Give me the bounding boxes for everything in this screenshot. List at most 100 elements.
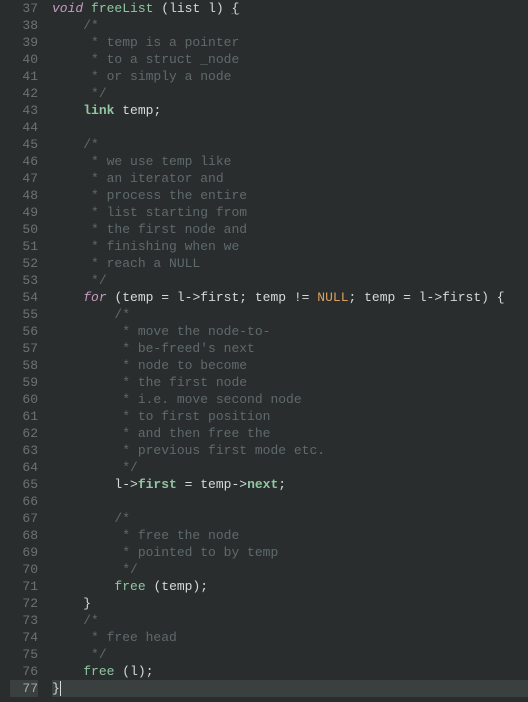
code-line[interactable]: * i.e. move second node [52,391,528,408]
line-number: 63 [10,442,38,459]
token-cm: * temp is a pointer [83,35,239,50]
token-cm: * node to become [114,358,247,373]
token-call: free [83,664,114,679]
line-number: 68 [10,527,38,544]
token-text [52,613,83,628]
code-line[interactable]: */ [52,272,528,289]
token-text [52,528,114,543]
code-line[interactable]: /* [52,612,528,629]
token-text [52,562,114,577]
token-text [52,664,83,679]
code-line[interactable]: * the first node [52,374,528,391]
code-line[interactable]: */ [52,561,528,578]
code-area[interactable]: void freeList (list l) { /* * temp is a … [46,0,528,702]
code-line[interactable]: * to first position [52,408,528,425]
code-line[interactable]: for (temp = l->first; temp != NULL; temp… [52,289,528,306]
token-call: free [114,579,145,594]
token-cm: /* [83,18,99,33]
token-cm: * previous first mode etc. [114,443,325,458]
token-text [52,35,83,50]
token-text [52,137,83,152]
token-cm: */ [83,86,106,101]
code-line[interactable]: * or simply a node [52,68,528,85]
token-cm: * pointed to by temp [114,545,278,560]
token-cm: * process the entire [83,188,247,203]
token-cm: * list starting from [83,205,247,220]
code-line[interactable]: * the first node and [52,221,528,238]
code-line[interactable]: * previous first mode etc. [52,442,528,459]
code-line[interactable]: * pointed to by temp [52,544,528,561]
line-number: 53 [10,272,38,289]
token-text: ; [278,477,286,492]
code-editor[interactable]: 3738394041424344454647484950515253545556… [0,0,528,702]
code-line[interactable]: */ [52,646,528,663]
token-paren: ( [122,664,130,679]
code-line[interactable]: * free head [52,629,528,646]
code-line[interactable] [52,119,528,136]
line-number: 41 [10,68,38,85]
code-line[interactable]: } [52,595,528,612]
line-number: 76 [10,663,38,680]
code-line[interactable] [52,493,528,510]
code-line[interactable]: * process the entire [52,187,528,204]
token-text: ; temp = l->first [349,290,482,305]
code-line[interactable]: * an iterator and [52,170,528,187]
code-line[interactable]: * be-freed's next [52,340,528,357]
token-text [52,579,114,594]
code-line[interactable]: */ [52,85,528,102]
token-cm: * an iterator and [83,171,223,186]
token-accent: next [247,477,278,492]
code-line[interactable]: * reach a NULL [52,255,528,272]
line-number: 75 [10,646,38,663]
line-number: 58 [10,357,38,374]
code-line[interactable]: /* [52,136,528,153]
code-line[interactable]: * list starting from [52,204,528,221]
code-line[interactable]: * free the node [52,527,528,544]
code-line[interactable]: * move the node-to- [52,323,528,340]
line-number-gutter: 3738394041424344454647484950515253545556… [0,0,46,702]
token-text: l [130,664,138,679]
code-line[interactable]: * node to become [52,357,528,374]
line-number: 51 [10,238,38,255]
token-paren: ) [481,290,489,305]
line-number: 49 [10,204,38,221]
code-line[interactable]: /* [52,17,528,34]
line-number: 54 [10,289,38,306]
token-brace: } [83,596,91,611]
line-number: 45 [10,136,38,153]
code-line[interactable]: * to a struct _node [52,51,528,68]
line-number: 59 [10,374,38,391]
token-text [52,290,83,305]
code-line[interactable]: free (l); [52,663,528,680]
code-line[interactable]: * and then free the [52,425,528,442]
line-number: 61 [10,408,38,425]
line-number: 44 [10,119,38,136]
line-number: 66 [10,493,38,510]
token-cm: * and then free the [114,426,270,441]
token-cm: */ [83,273,106,288]
code-line[interactable]: } [52,680,528,697]
code-line[interactable]: * finishing when we [52,238,528,255]
code-line[interactable]: * we use temp like [52,153,528,170]
token-text [52,596,83,611]
token-text [52,375,114,390]
token-text [52,341,114,356]
code-line[interactable]: link temp; [52,102,528,119]
code-line[interactable]: void freeList (list l) { [52,0,528,17]
code-line[interactable]: free (temp); [52,578,528,595]
code-line[interactable]: * temp is a pointer [52,34,528,51]
token-cm: * or simply a node [83,69,231,84]
token-cm: * free the node [114,528,239,543]
text-cursor [60,681,61,696]
token-text [52,443,114,458]
token-text [52,545,114,560]
code-line[interactable]: /* [52,306,528,323]
token-text [52,647,83,662]
code-line[interactable]: */ [52,459,528,476]
code-line[interactable]: /* [52,510,528,527]
token-cm: /* [114,307,130,322]
line-number: 56 [10,323,38,340]
token-cm: * reach a NULL [83,256,200,271]
code-line[interactable]: l->first = temp->next; [52,476,528,493]
token-cm: */ [114,460,137,475]
